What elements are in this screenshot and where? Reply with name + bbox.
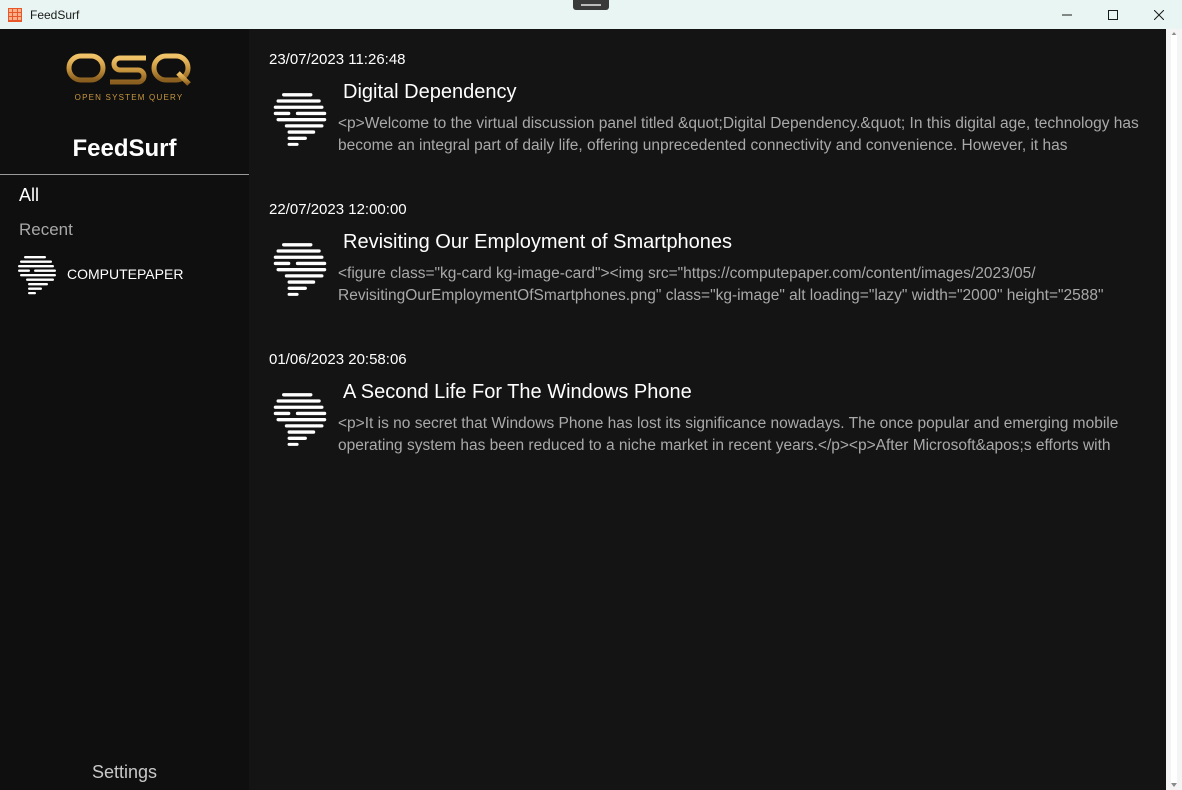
article-date: 23/07/2023 11:26:48 [269,51,406,68]
sidebar-divider [0,174,249,175]
article-date: 22/07/2023 12:00:00 [269,201,407,218]
computepaper-logo-icon [18,256,56,295]
app-window: FeedSurf OPEN SYSTEM QUERY FeedSurf All … [0,0,1182,790]
maximize-button[interactable] [1090,0,1136,29]
feed-name: COMPUTEPAPER [67,266,184,282]
article-item[interactable]: 01/06/2023 20:58:06 A Second Life For Th… [269,351,1159,471]
osq-logo-mark [66,53,191,86]
article-item[interactable]: 23/07/2023 11:26:48 Digital Dependency <… [269,51,1159,171]
article-title[interactable]: A Second Life For The Windows Phone [343,381,692,404]
article-title[interactable]: Revisiting Our Employment of Smartphones [343,231,732,254]
computepaper-logo-icon [273,93,327,146]
article-date: 01/06/2023 20:58:06 [269,351,407,368]
article-summary: <p>Welcome to the virtual discussion pan… [338,115,1139,154]
minimize-button[interactable] [1044,0,1090,29]
nav-recent[interactable]: Recent [19,220,73,240]
sidebar: OPEN SYSTEM QUERY FeedSurf All Recent CO… [0,29,249,790]
nav-all[interactable]: All [19,185,39,206]
settings-button[interactable]: Settings [0,762,249,783]
vertical-scrollbar[interactable] [1166,29,1182,790]
article-summary: <p>It is no secret that Windows Phone ha… [338,415,1119,454]
drag-handle[interactable] [573,0,609,10]
article-item[interactable]: 22/07/2023 12:00:00 Revisiting Our Emplo… [269,201,1159,321]
app-brand-title: FeedSurf [72,135,177,162]
close-button[interactable] [1136,0,1182,29]
osq-logo: OPEN SYSTEM QUERY [66,51,192,107]
maximize-icon [1108,9,1118,20]
window-controls [1044,0,1182,29]
window-title: FeedSurf [30,7,80,22]
feed-item-computepaper[interactable]: COMPUTEPAPER [16,251,236,297]
article-title[interactable]: Digital Dependency [343,81,516,104]
title-bar[interactable]: FeedSurf [0,0,1182,29]
article-list: 23/07/2023 11:26:48 Digital Dependency <… [249,29,1166,790]
app-icon [8,7,22,22]
computepaper-logo-icon [273,393,327,446]
computepaper-logo-icon [273,243,327,296]
minimize-icon [1062,14,1072,15]
scroll-thumb[interactable] [1171,35,1177,784]
logo-subtitle: OPEN SYSTEM QUERY [74,93,184,102]
scroll-down-icon[interactable] [1171,783,1177,787]
article-summary: <figure class="kg-card kg-image-card"><i… [338,265,1104,304]
close-icon [1154,9,1164,20]
